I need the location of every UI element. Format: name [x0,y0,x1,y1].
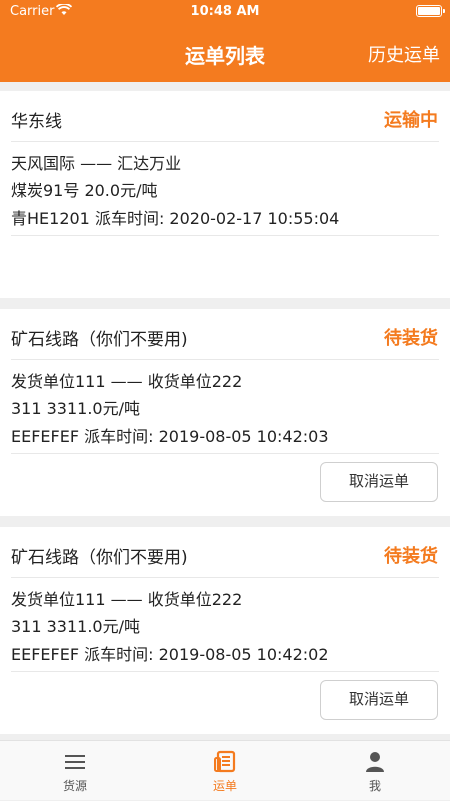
order-card[interactable]: 矿石线路（你们不要用) 待装货 发货单位111 —— 收货单位222 311 3… [0,527,450,734]
cancel-order-button[interactable]: 取消运单 [320,680,438,720]
cancel-order-button[interactable]: 取消运单 [320,462,438,502]
order-cargo: 311 3311.0元/吨 [11,399,141,418]
order-status: 待装货 [384,546,438,567]
order-vehicle-time: 青HE1201 派车时间: 2020-02-17 10:55:04 [11,209,340,228]
divider [11,671,439,672]
order-status: 待装货 [384,328,438,349]
history-orders-button[interactable]: 历史运单 [368,41,440,67]
order-list[interactable]: 华东线 运输中 天风国际 —— 汇达万业 煤炭91号 20.0元/吨 青HE12… [0,82,450,740]
order-vehicle-time: EEFEFEF 派车时间: 2019-08-05 10:42:02 [11,645,329,664]
tab-waybill[interactable]: 运单 [150,741,300,801]
tab-bar: 货源 运单 我 [0,740,450,800]
tab-cargo-source[interactable]: 货源 [0,741,150,801]
divider [11,235,439,236]
divider [11,141,439,142]
divider [11,577,439,578]
battery-icon [416,5,445,17]
order-parties: 发货单位111 —— 收货单位222 [11,590,243,609]
list-icon [65,755,85,769]
order-card[interactable]: 华东线 运输中 天风国际 —— 汇达万业 煤炭91号 20.0元/吨 青HE12… [0,91,450,298]
order-parties: 发货单位111 —— 收货单位222 [11,372,243,391]
order-cargo: 煤炭91号 20.0元/吨 [11,181,158,200]
status-time: 10:48 AM [190,4,260,19]
order-parties: 天风国际 —— 汇达万业 [11,154,182,173]
order-cargo: 311 3311.0元/吨 [11,617,141,636]
order-vehicle-time: EEFEFEF 派车时间: 2019-08-05 10:42:03 [11,427,329,446]
order-route: 华东线 [11,112,62,132]
order-card[interactable]: 矿石线路（你们不要用) 待装货 发货单位111 —— 收货单位222 311 3… [0,309,450,516]
order-status: 运输中 [384,110,438,131]
order-route: 矿石线路（你们不要用) [11,330,188,350]
divider [11,453,439,454]
person-icon [366,752,384,772]
status-bar: Carrier 10:48 AM [0,0,450,22]
waybill-icon [214,750,236,773]
app-header: Carrier 10:48 AM 运单列表 历史运单 [0,0,450,82]
divider [11,359,439,360]
tab-label: 货源 [62,779,87,793]
order-route: 矿石线路（你们不要用) [11,548,188,568]
tab-label: 我 [368,779,381,793]
tab-me[interactable]: 我 [300,741,450,801]
tab-label: 运单 [212,779,237,793]
